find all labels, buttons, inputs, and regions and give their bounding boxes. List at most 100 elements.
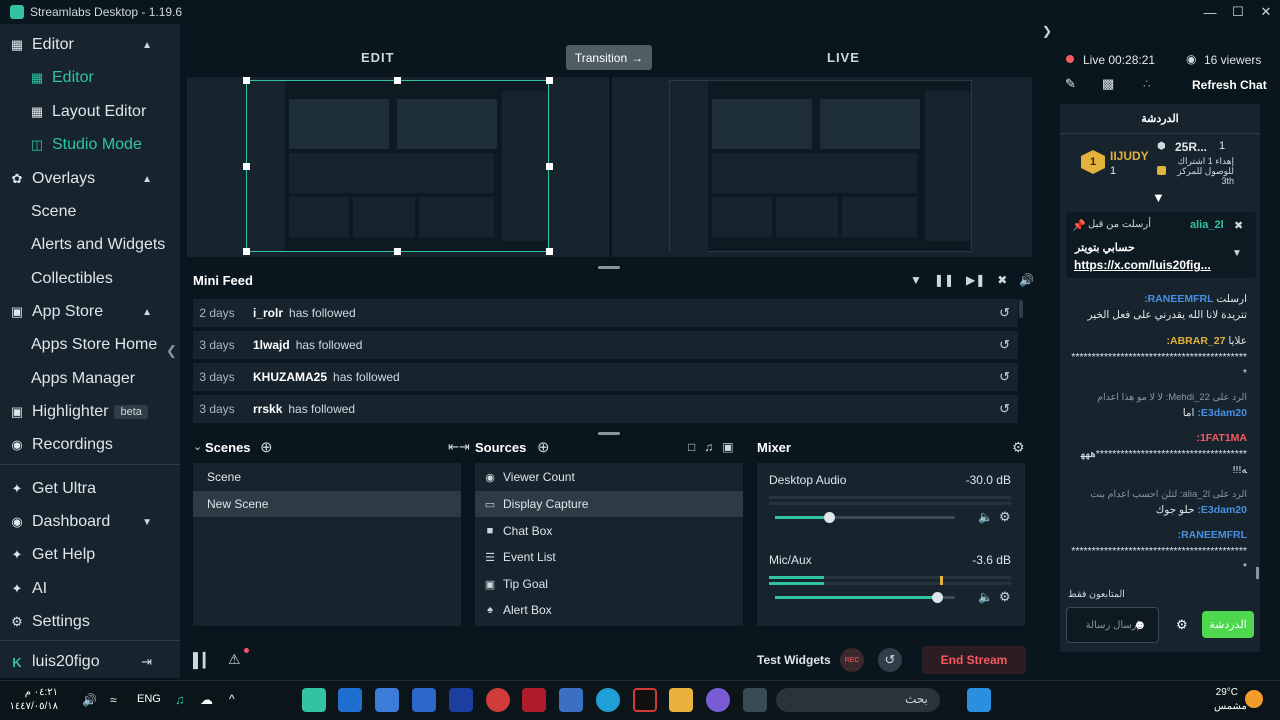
replay-icon[interactable]: ↺ <box>999 401 1010 417</box>
source-item[interactable]: ☰ Event List <box>475 544 743 570</box>
sidebar-item-dashboard[interactable]: ◉ Dashboard ▼ <box>0 507 180 537</box>
mail-taskbar-icon[interactable] <box>412 688 436 712</box>
start-icon[interactable] <box>967 688 991 712</box>
sidebar-item-apps-manager[interactable]: Apps Manager <box>0 364 180 394</box>
speaker-icon[interactable]: 🔈 <box>978 510 993 524</box>
sidebar-item-editor[interactable]: ▦ Editor <box>0 63 180 93</box>
resize-handle[interactable] <box>546 248 553 255</box>
sidebar-item-layout-editor[interactable]: ▦ Layout Editor <box>0 97 180 127</box>
sidebar-item-apps-store-home[interactable]: Apps Store Home <box>0 330 180 360</box>
replay-icon[interactable]: ↺ <box>999 369 1010 385</box>
netflix-taskbar-icon[interactable] <box>633 688 657 712</box>
close-button[interactable]: ✕ <box>1252 0 1280 24</box>
resize-handle[interactable] <box>394 248 401 255</box>
logout-icon[interactable]: ⇥ <box>141 654 152 670</box>
sidebar-item-scene[interactable]: Scene <box>0 197 180 227</box>
source-item[interactable]: ▣ Tip Goal <box>475 571 743 597</box>
alert-icon[interactable]: ⚠ <box>228 651 241 668</box>
mcafee-taskbar-icon[interactable] <box>522 688 546 712</box>
scene-transitions-icon[interactable]: ⇤⇥ <box>448 439 470 455</box>
mic-icon[interactable]: ♫ <box>175 692 185 707</box>
taskview-taskbar-icon[interactable] <box>743 688 767 712</box>
skip-icon[interactable]: ▶❚ <box>966 273 985 287</box>
group-icon[interactable]: □ <box>688 440 695 454</box>
speaker-icon[interactable]: 🔈 <box>978 590 993 604</box>
mute-alerts-icon[interactable]: ✖ <box>997 273 1007 287</box>
maximize-button[interactable]: ☐ <box>1224 0 1252 24</box>
sidebar-item-editor-group[interactable]: ▦ Editor ▲ <box>0 30 180 60</box>
collapse-sidebar-icon[interactable]: ❮ <box>166 343 177 359</box>
sidebar-item-recordings[interactable]: ◉ Recordings <box>0 430 180 460</box>
feed-scrollbar[interactable] <box>1019 300 1023 318</box>
pinned-link[interactable]: https://x.com/luis20fig... <box>1074 258 1211 272</box>
volume-slider-knob[interactable] <box>824 512 835 523</box>
lenovo-taskbar-icon[interactable] <box>449 688 473 712</box>
resize-handle[interactable] <box>546 77 553 84</box>
scene-item[interactable]: Scene <box>193 464 461 490</box>
chevron-down-icon[interactable]: ▼ <box>1232 248 1242 259</box>
sidebar-item-app-store[interactable]: ▣ App Store ▲ <box>0 297 180 327</box>
replay-icon[interactable]: ↺ <box>999 305 1010 321</box>
unpin-icon[interactable]: ✖ <box>1234 219 1243 232</box>
end-stream-button[interactable]: End Stream <box>922 646 1026 674</box>
source-item[interactable]: ■ Chat Box <box>475 518 743 544</box>
edit-icon[interactable]: ✎ <box>1065 76 1076 92</box>
chat-settings-icon[interactable]: ⚙ <box>1176 617 1188 633</box>
refresh-chat-button[interactable]: Refresh Chat <box>1192 78 1267 92</box>
channel-settings-icon[interactable]: ⚙ <box>999 589 1011 605</box>
wifi-icon[interactable]: ≈ <box>110 693 117 707</box>
edge-taskbar-icon[interactable] <box>596 688 620 712</box>
mic-icon[interactable]: ♫ <box>704 440 713 454</box>
store-taskbar-icon[interactable] <box>559 688 583 712</box>
taskbar-clock[interactable]: ٠٤:٢١ م ١٤٤٧/٠٥/١٨ <box>6 686 58 714</box>
resize-handle[interactable] <box>243 163 250 170</box>
emoji-icon[interactable]: ☻ <box>1133 617 1147 632</box>
volume-icon[interactable]: 🔊 <box>1019 273 1034 287</box>
volume-icon[interactable]: 🔊 <box>82 693 97 707</box>
sidebar-item-collectibles[interactable]: Collectibles <box>0 264 180 294</box>
transition-button[interactable]: Transition → <box>566 45 652 70</box>
sidebar-item-get-ultra[interactable]: ✦ Get Ultra <box>0 474 180 504</box>
sidebar-item-settings[interactable]: ⚙ Settings <box>0 607 180 637</box>
popout-icon[interactable]: ▩ <box>1102 76 1114 92</box>
sidebar-item-ai[interactable]: ✦ AI <box>0 574 180 604</box>
weather-widget[interactable]: 29°C مشمس <box>1214 686 1247 714</box>
filter-icon[interactable]: ▼ <box>910 273 922 287</box>
outlook-taskbar-icon[interactable] <box>338 688 362 712</box>
share-icon[interactable]: ∴ <box>1143 77 1151 91</box>
sidebar-item-get-help[interactable]: ✦ Get Help <box>0 540 180 570</box>
add-source-icon[interactable]: ⊕ <box>537 438 550 456</box>
streamlabs-taskbar-icon[interactable] <box>302 688 326 712</box>
collapse-icon[interactable]: ▼ <box>1152 190 1165 205</box>
volume-slider-knob[interactable] <box>932 592 943 603</box>
sidebar-item-overlays[interactable]: ✿ Overlays ▲ <box>0 164 180 194</box>
sidebar-user[interactable]: Kluis20figo ⇥ <box>0 647 180 677</box>
resize-handle[interactable] <box>546 163 553 170</box>
cloud-icon[interactable]: ☁ <box>200 692 213 708</box>
sidebar-item-studio-mode[interactable]: ◫ Studio Mode <box>0 130 180 160</box>
selection-box[interactable] <box>246 80 549 252</box>
resize-handle[interactable] <box>394 77 401 84</box>
chevron-down-icon[interactable]: ⌄ <box>193 440 202 453</box>
source-item[interactable]: ◉ Viewer Count <box>475 464 743 490</box>
pause-icon[interactable]: ❚❚ <box>934 273 954 287</box>
chat-send-button[interactable]: الدردشة <box>1202 611 1254 638</box>
folder-icon[interactable]: ▣ <box>722 440 733 454</box>
source-item[interactable]: ♠ Alert Box <box>475 597 743 623</box>
resize-bar-handle[interactable] <box>598 432 620 435</box>
channel-settings-icon[interactable]: ⚙ <box>999 509 1011 525</box>
minimize-button[interactable]: — <box>1196 0 1224 24</box>
language-indicator[interactable]: ENG <box>137 693 161 705</box>
copilot-taskbar-icon[interactable] <box>706 688 730 712</box>
source-item-selected[interactable]: ▭ Display Capture <box>475 491 743 517</box>
explorer-taskbar-icon[interactable] <box>669 688 693 712</box>
sidebar-item-alerts-widgets[interactable]: Alerts and Widgets <box>0 230 180 260</box>
resize-handle[interactable] <box>243 77 250 84</box>
youtube-taskbar-icon[interactable] <box>486 688 510 712</box>
mixer-settings-icon[interactable]: ⚙ <box>1012 439 1025 456</box>
resize-handle[interactable] <box>243 248 250 255</box>
add-scene-icon[interactable]: ⊕ <box>260 438 273 456</box>
stats-icon[interactable]: ▌▎ <box>193 652 214 669</box>
chat-scrollbar[interactable] <box>1256 567 1259 579</box>
chrome-taskbar-icon[interactable] <box>375 688 399 712</box>
